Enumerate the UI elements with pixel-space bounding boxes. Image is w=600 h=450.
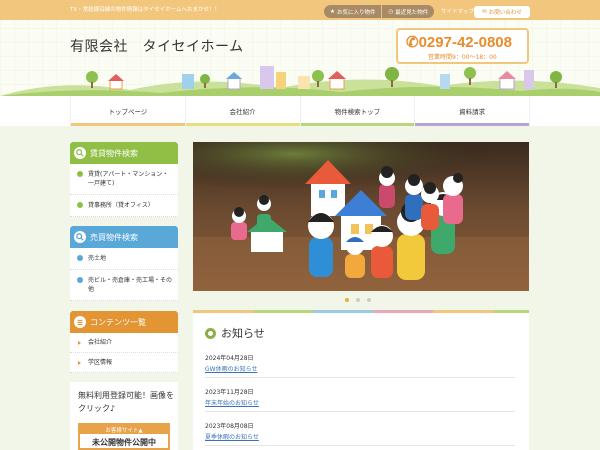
sidebar-item-label: 売土地 [88, 255, 107, 262]
sale-search-title: 売買物件検索 [90, 232, 138, 242]
slider-dots [345, 298, 371, 302]
phone-icon: ✆ [406, 34, 419, 51]
contents-header: コンテンツ一覧 [70, 311, 178, 333]
news-item: 2023年08月08日 夏季休暇のお知らせ [205, 421, 515, 446]
main-nav: トップページ 会社紹介 物件検索トップ 資料請求 [70, 96, 530, 126]
recent-label: 最近見た物件 [395, 9, 429, 16]
news-heading: お知らせ [205, 325, 265, 341]
sidebar-item-label: 学区情報 [88, 359, 113, 366]
mail-icon: ✉ [482, 9, 487, 15]
bullet-icon [77, 202, 83, 208]
nav-item-label: 物件検索トップ [334, 108, 381, 116]
favorites-button[interactable]: ★ お気に入り物件 [324, 5, 381, 18]
sidebar-item-sale-building[interactable]: 売ビル・売倉庫・売工場・その他 [70, 270, 178, 301]
rental-search-title: 賃貸物件検索 [90, 148, 138, 158]
phone-number[interactable]: ✆0297-42-0808 [406, 33, 512, 51]
sale-search-header: 売買物件検索 [70, 226, 178, 248]
phone-box: ✆0297-42-0808 営業時間9：00～18：00 [396, 28, 529, 64]
contact-button[interactable]: ✉ お問い合わせ [474, 6, 530, 18]
sidebar-item-label: 貸事務所（貸オフィス） [88, 202, 154, 209]
nav-item-underline [71, 123, 185, 126]
nav-item-underline [415, 123, 529, 126]
sitemap-link[interactable]: サイトマップ [441, 7, 474, 15]
nav-item-label: トップページ [108, 108, 148, 116]
star-icon: ★ [330, 8, 335, 15]
news-link[interactable]: 年末年始のお知らせ [205, 398, 515, 407]
sidebar-item-company[interactable]: 会社紹介 [70, 333, 178, 353]
recent-button[interactable]: ◷ 最近見た物件 [381, 5, 434, 18]
company-name[interactable]: 有限会社 タイセイホーム [70, 36, 244, 56]
sidebar-item-label: 売ビル・売倉庫・売工場・その他 [88, 277, 173, 293]
news-item: 2023年11月28日 年末年始のお知らせ [205, 387, 515, 412]
slider-dot[interactable] [345, 298, 349, 302]
rental-search-card: 賃貸物件検索 賃貸(アパート・マンション・一戸建て) 貸事務所（貸オフィス） [70, 142, 178, 217]
phone-text: 0297-42-0808 [418, 34, 512, 51]
search-icon [74, 147, 86, 159]
nav-item-property-search[interactable]: 物件検索トップ [300, 96, 416, 126]
news-stripe [193, 310, 529, 313]
sidebar-item-rental-office[interactable]: 貸事務所（貸オフィス） [70, 195, 178, 217]
nav-item-underline [185, 123, 300, 126]
tagline: TX・常総線沿線の物件情報はタイセイホームへおまかせ！！ [70, 7, 220, 13]
news-section: お知らせ 2024年04月28日 GW休暇のお知らせ 2023年11月28日 年… [193, 310, 529, 450]
hero-slider[interactable] [193, 142, 529, 291]
news-title: お知らせ [221, 327, 265, 340]
quick-links: ★ お気に入り物件 ◷ 最近見た物件 [324, 5, 435, 18]
nav-item-company[interactable]: 会社紹介 [185, 96, 301, 126]
nav-item-label: 会社紹介 [229, 108, 256, 116]
news-link[interactable]: 夏季休暇のお知らせ [205, 432, 515, 441]
ring-icon [205, 327, 216, 339]
news-date: 2023年11月28日 [205, 389, 254, 396]
favorites-label: お気に入り物件 [336, 9, 376, 16]
hero-image [193, 142, 529, 291]
search-icon [74, 231, 86, 243]
arrow-icon [78, 341, 81, 345]
sidebar-item-rental-residence[interactable]: 賃貸(アパート・マンション・一戸建て) [70, 164, 178, 195]
slider-dot[interactable] [367, 298, 371, 302]
sale-search-card: 売買物件検索 売土地 売ビル・売倉庫・売工場・その他 [70, 226, 178, 301]
sidebar-item-sale-land[interactable]: 売土地 [70, 248, 178, 270]
contents-card: コンテンツ一覧 会社紹介 学区情報 [70, 311, 178, 373]
rental-search-header: 賃貸物件検索 [70, 142, 178, 164]
news-link[interactable]: GW休暇のお知らせ [205, 364, 515, 373]
contact-label: お問い合わせ [488, 10, 522, 16]
slider-dot[interactable] [356, 298, 360, 302]
arrow-icon [78, 361, 81, 365]
register-box: 無料利用登録可能！画像をクリック♪ お客様サイト▲ 未公開物件公開中 [70, 382, 178, 450]
news-item: 2024年04月28日 GW休暇のお知らせ [205, 353, 515, 378]
nav-item-top[interactable]: トップページ [70, 96, 186, 126]
bullet-icon [77, 255, 83, 261]
town-illustration [0, 66, 600, 96]
banner-main: 未公開物件公開中 [92, 438, 156, 447]
nav-item-underline [300, 123, 415, 126]
news-date: 2024年04月28日 [205, 355, 254, 362]
list-icon [74, 316, 86, 328]
sidebar-item-label: 賃貸(アパート・マンション・一戸建て) [88, 171, 169, 187]
nav-item-label: 資料請求 [459, 108, 486, 116]
nav-item-document-request[interactable]: 資料請求 [415, 96, 530, 126]
sidebar-item-school[interactable]: 学区情報 [70, 353, 178, 373]
unlisted-property-banner[interactable]: お客様サイト▲ 未公開物件公開中 [78, 423, 170, 450]
register-text: 無料利用登録可能！画像をクリック♪ [78, 391, 174, 413]
clock-icon: ◷ [388, 8, 394, 15]
contents-title: コンテンツ一覧 [90, 317, 146, 327]
bullet-icon [77, 171, 83, 177]
bullet-icon [77, 277, 83, 283]
banner-top: お客様サイト▲ [80, 425, 168, 434]
news-date: 2023年08月08日 [205, 423, 254, 430]
sidebar-item-label: 会社紹介 [88, 339, 113, 346]
